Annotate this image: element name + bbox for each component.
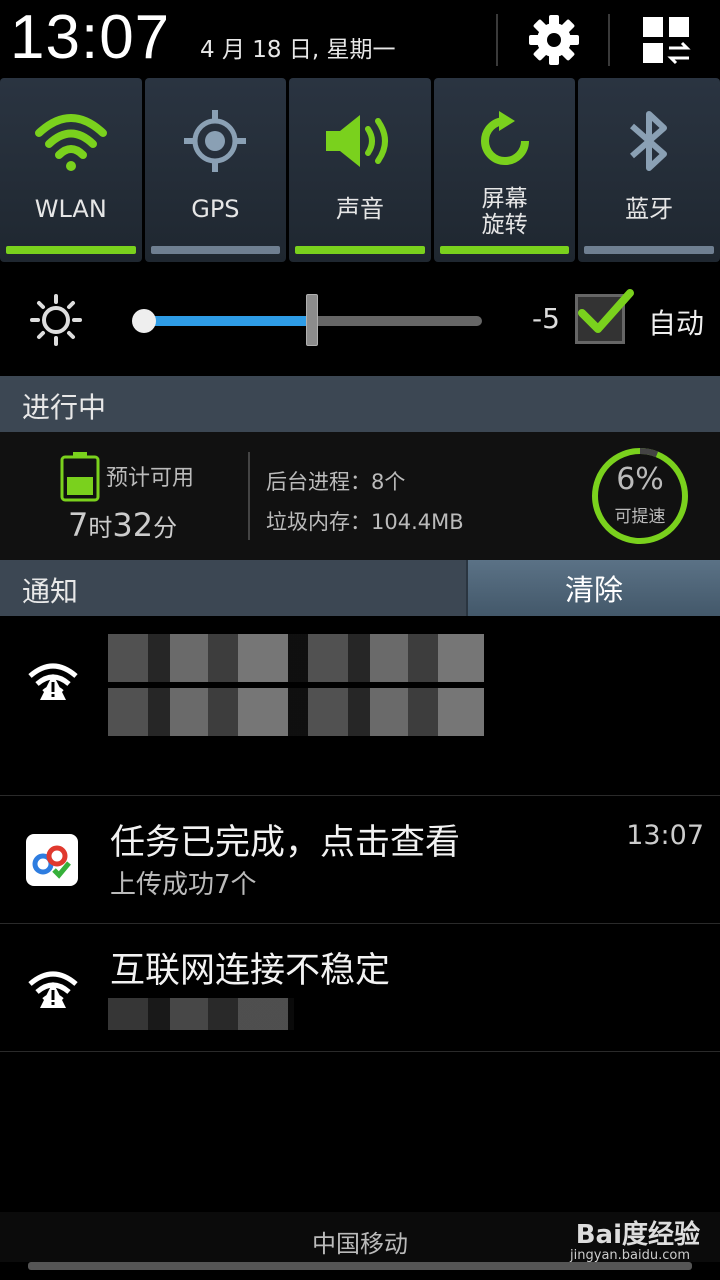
boost-percent: 6% <box>616 462 664 497</box>
brightness-slider-start-knob[interactable] <box>132 309 156 333</box>
redacted-title <box>108 634 484 682</box>
notifications-section-header: 通知 清除 <box>0 560 720 616</box>
ongoing-title: 进行中 <box>22 391 107 424</box>
toggle-gps[interactable]: GPS <box>144 78 287 262</box>
panel-drag-handle[interactable] <box>28 1262 692 1270</box>
redacted-subtitle <box>108 998 294 1030</box>
toggle-label-line1: 屏幕 <box>481 186 528 212</box>
toggle-state-bar <box>150 246 281 254</box>
auto-brightness-label: 自动 <box>648 307 705 340</box>
battery-hours-unit: 时 <box>88 514 113 542</box>
battery-minutes-unit: 分 <box>153 514 178 542</box>
quick-panel-edit-button[interactable] <box>628 8 704 72</box>
wifi-warning-icon <box>28 663 78 700</box>
background-process-count: 后台进程：8个 <box>266 470 406 494</box>
toggle-label: WLAN <box>34 195 107 223</box>
toggle-label: 声音 <box>335 195 384 223</box>
watermark-url: jingyan.baidu.com <box>570 1248 690 1263</box>
baidu-cloud-icon <box>26 834 78 886</box>
header-divider <box>608 14 610 66</box>
notification-item[interactable]: 互联网连接不稳定 <box>0 924 720 1052</box>
quick-toggles: WLAN GPS 声音 屏幕 旋转 蓝牙 <box>0 78 720 264</box>
wifi-warning-icon <box>28 971 78 1008</box>
auto-brightness-checkbox[interactable] <box>575 289 634 344</box>
baidu-jingyan-watermark: Bai度经验 <box>575 1220 700 1250</box>
toggle-bluetooth[interactable]: 蓝牙 <box>578 78 720 262</box>
settings-button[interactable] <box>516 8 592 72</box>
toggle-label: GPS <box>191 195 240 223</box>
toggle-state-bar <box>439 246 570 254</box>
notification-time: 13:07 <box>626 820 704 851</box>
ongoing-panel[interactable]: 预计可用 7时32分 后台进程：8个 垃圾内存：104.4MB 6% 可提速 <box>0 432 720 560</box>
gps-icon <box>184 110 247 172</box>
battery-estimate-label: 预计可用 <box>106 466 195 491</box>
toggle-label: 屏幕 旋转 <box>434 186 576 238</box>
toggle-wlan[interactable]: WLAN <box>0 78 142 262</box>
gear-icon <box>529 15 579 65</box>
notification-title: 任务已完成，点击查看 <box>110 823 461 863</box>
notification-title: 互联网连接不稳定 <box>110 951 391 991</box>
header-divider <box>496 14 498 66</box>
redacted-subtitle <box>108 688 484 736</box>
wifi-icon <box>34 114 107 171</box>
toggle-sound[interactable]: 声音 <box>289 78 431 262</box>
toggle-state-bar <box>584 246 714 254</box>
clear-notifications-button[interactable]: 清除 <box>466 560 720 616</box>
toggle-state-bar <box>295 246 425 254</box>
battery-estimate-time: 7时32分 <box>68 506 177 544</box>
rotate-icon <box>480 111 529 165</box>
toggle-label: 蓝牙 <box>625 195 674 223</box>
battery-minutes: 32 <box>112 506 154 544</box>
checkmark-icon <box>578 289 634 333</box>
date: 4 月 18 日, 星期一 <box>200 37 396 63</box>
ongoing-section-header: 进行中 <box>0 376 720 432</box>
toggle-screen-rotation[interactable]: 屏幕 旋转 <box>433 78 576 262</box>
brightness-icon <box>28 292 84 352</box>
battery-hours: 7 <box>68 506 89 544</box>
junk-memory-size: 垃圾内存：104.4MB <box>266 510 464 534</box>
notifications-title: 通知 <box>22 575 79 608</box>
notification-subtitle: 上传成功7个 <box>110 870 257 900</box>
status-header: 13:07 4 月 18 日, 星期一 <box>0 0 720 78</box>
brightness-value: -5 <box>532 302 560 335</box>
battery-icon <box>60 452 100 506</box>
toggle-state-bar <box>6 246 136 254</box>
toggle-label-line2: 旋转 <box>481 212 528 238</box>
sound-icon <box>325 115 388 167</box>
ongoing-divider <box>248 452 250 540</box>
bluetooth-icon <box>630 111 668 171</box>
brightness-slider-thumb[interactable] <box>306 294 318 346</box>
notification-item[interactable] <box>0 616 720 796</box>
clock: 13:07 <box>10 3 171 72</box>
brightness-row: -5 自动 <box>0 264 720 376</box>
grid-swap-icon <box>643 17 691 65</box>
notification-item[interactable]: 任务已完成，点击查看 上传成功7个 13:07 <box>0 796 720 924</box>
boost-label: 可提速 <box>614 507 666 527</box>
brightness-slider-fill <box>142 316 312 326</box>
